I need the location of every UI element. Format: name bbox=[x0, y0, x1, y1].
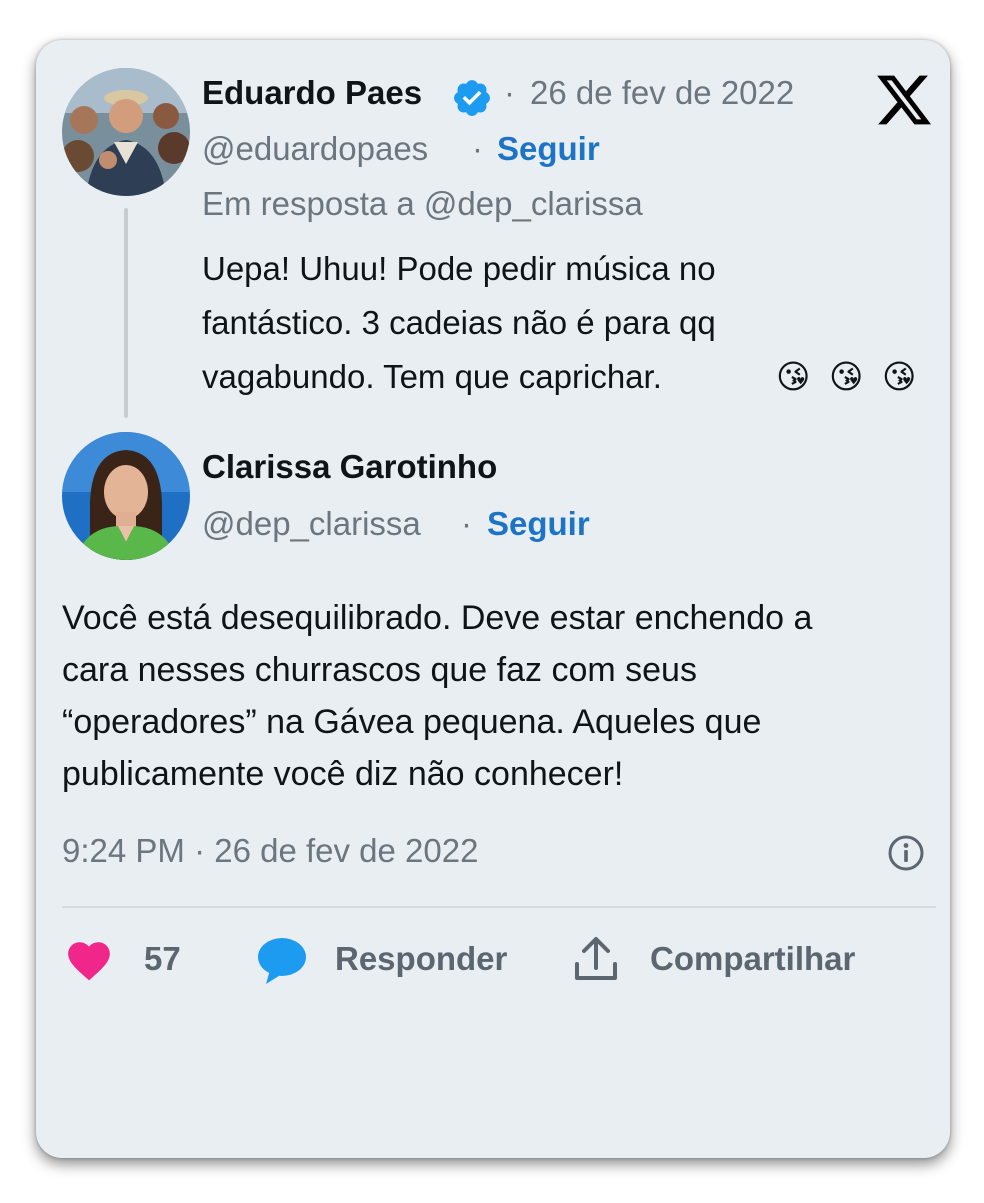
main-tweet-text: Você está desequilibrado. Deve estar enc… bbox=[62, 592, 942, 800]
reply-date[interactable]: 26 de fev de 2022 bbox=[530, 74, 794, 112]
reply-text-line: Uepa! Uhuu! Pode pedir música no bbox=[202, 250, 716, 287]
reply-date-separator: · bbox=[504, 74, 515, 111]
heart-icon bbox=[64, 936, 114, 986]
embedded-tweet-card: Eduardo Paes · 26 de fev de 2022 @eduard… bbox=[36, 40, 950, 1158]
info-icon[interactable] bbox=[886, 833, 926, 873]
share-upload-icon bbox=[572, 934, 620, 984]
like-count: 57 bbox=[144, 940, 181, 977]
follow-button-clarissa[interactable]: Seguir bbox=[487, 505, 590, 543]
avatar-eduardo-paes[interactable] bbox=[62, 68, 190, 196]
reply-follow-separator: · bbox=[472, 130, 483, 167]
main-text-line: cara nesses churrascos que faz com seus bbox=[62, 651, 697, 689]
main-author-name[interactable]: Clarissa Garotinho bbox=[202, 448, 497, 486]
reply-text-line: fantástico. 3 cadeias não é para qq bbox=[202, 304, 716, 341]
action-bar-divider bbox=[62, 906, 936, 908]
main-follow-separator: · bbox=[461, 505, 472, 542]
share-label: Compartilhar bbox=[650, 940, 856, 977]
main-author-handle[interactable]: @dep_clarissa bbox=[202, 505, 421, 543]
reply-button[interactable]: Responder bbox=[254, 936, 524, 986]
reply-tweet-text: Uepa! Uhuu! Pode pedir música no fantást… bbox=[202, 242, 942, 404]
x-logo-icon[interactable] bbox=[874, 70, 934, 130]
speech-bubble-icon bbox=[256, 936, 308, 986]
kissing-face-emoji-icon: 😘 bbox=[776, 358, 811, 395]
tweet-timestamp[interactable]: 9:24 PM · 26 de fev de 2022 bbox=[62, 832, 478, 870]
thread-connector-line bbox=[124, 208, 128, 418]
avatar-clarissa-garotinho[interactable] bbox=[62, 432, 190, 560]
reply-author-handle[interactable]: @eduardopaes bbox=[202, 130, 428, 168]
share-button[interactable]: Compartilhar bbox=[572, 934, 912, 986]
kissing-face-emoji-icon: 😘 bbox=[882, 358, 917, 395]
main-text-line: Você está desequilibrado. Deve estar enc… bbox=[62, 599, 813, 637]
kissing-face-emoji-icon: 😘 bbox=[829, 358, 864, 395]
main-text-line: “operadores” na Gávea pequena. Aqueles q… bbox=[62, 703, 762, 741]
reply-author-name[interactable]: Eduardo Paes bbox=[202, 74, 422, 112]
like-button[interactable]: 57 bbox=[62, 936, 212, 986]
main-text-line: publicamente você diz não conhecer! bbox=[62, 755, 624, 793]
reply-label: Responder bbox=[335, 940, 508, 977]
in-reply-to-label[interactable]: Em resposta a @dep_clarissa bbox=[202, 185, 643, 223]
verified-badge-icon bbox=[451, 77, 493, 119]
reply-text-line: vagabundo. Tem que caprichar. bbox=[202, 358, 662, 395]
follow-button-eduardo[interactable]: Seguir bbox=[497, 130, 600, 168]
